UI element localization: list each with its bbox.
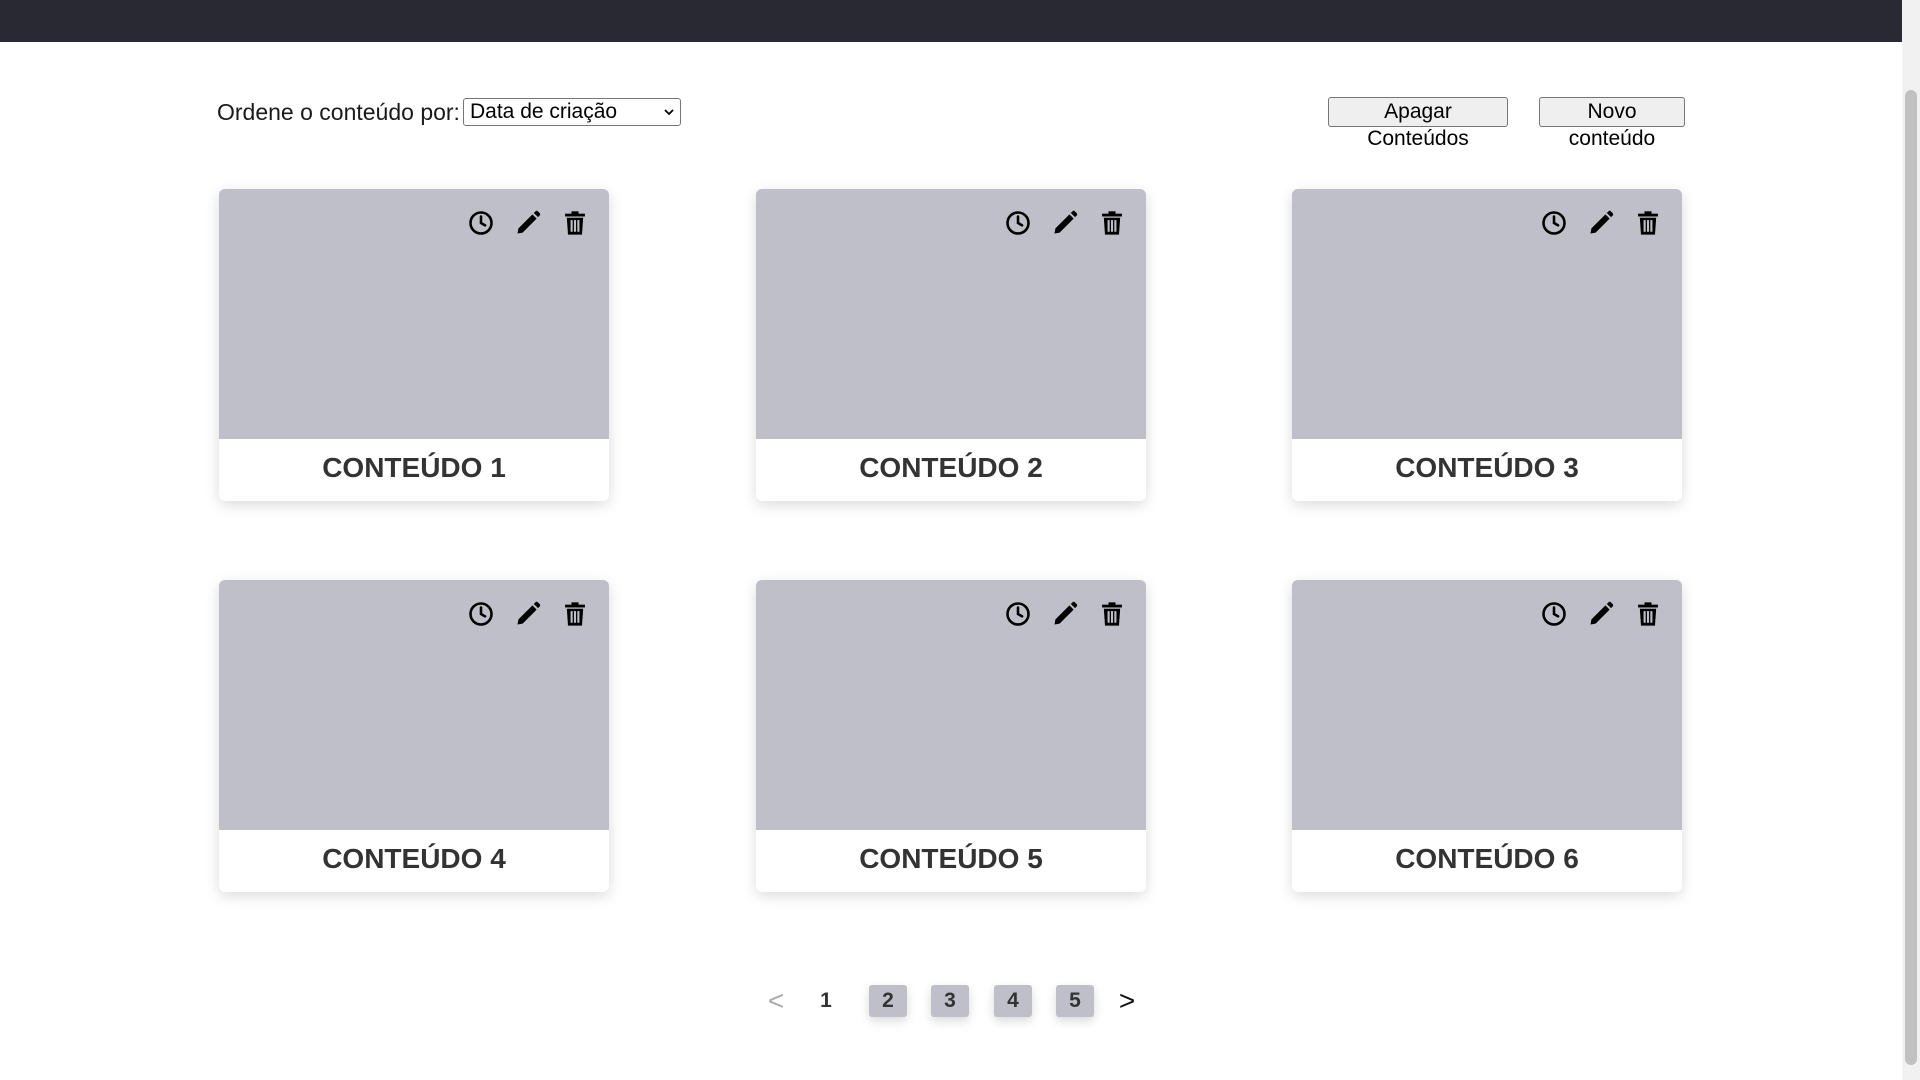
card-title: CONTEÚDO 1	[322, 452, 506, 483]
scrollbar-thumb[interactable]	[1905, 90, 1917, 1065]
trash-icon[interactable]	[1634, 600, 1662, 628]
sort-select-value: Data de criação	[470, 100, 618, 123]
content-card[interactable]: CONTEÚDO 1	[219, 189, 609, 501]
page: Ordene o conteúdo por: Data de criação A…	[0, 0, 1920, 1080]
delete-contents-button[interactable]: Apagar Conteúdos	[1328, 97, 1508, 150]
card-title: CONTEÚDO 4	[322, 843, 506, 874]
pencil-icon[interactable]	[514, 600, 542, 628]
content-card[interactable]: CONTEÚDO 5	[756, 580, 1146, 892]
content-card[interactable]: CONTEÚDO 2	[756, 189, 1146, 501]
pencil-icon[interactable]	[1587, 209, 1615, 237]
content-card[interactable]: CONTEÚDO 3	[1292, 189, 1682, 501]
new-content-button[interactable]: Novo conteúdo	[1539, 97, 1685, 150]
card-actions	[1540, 209, 1662, 237]
card-title: CONTEÚDO 5	[859, 843, 1043, 874]
trash-icon[interactable]	[561, 600, 589, 628]
page-button[interactable]: 4	[994, 985, 1032, 1017]
page-button[interactable]: 2	[869, 985, 907, 1017]
trash-icon[interactable]	[1098, 600, 1126, 628]
trash-icon[interactable]	[1634, 209, 1662, 237]
card-title: CONTEÚDO 6	[1395, 843, 1579, 874]
top-bar	[0, 0, 1902, 42]
trash-icon[interactable]	[561, 209, 589, 237]
pagination: < 1 2 3 4 5 >	[0, 985, 1902, 1017]
card-actions	[1004, 209, 1126, 237]
pencil-icon[interactable]	[1051, 209, 1079, 237]
page-button[interactable]: 3	[931, 985, 969, 1017]
page-button[interactable]: 5	[1056, 985, 1094, 1017]
clock-icon[interactable]	[467, 209, 495, 237]
card-title: CONTEÚDO 2	[859, 452, 1043, 483]
content-card[interactable]: CONTEÚDO 4	[219, 580, 609, 892]
pencil-icon[interactable]	[1051, 600, 1079, 628]
pencil-icon[interactable]	[1587, 600, 1615, 628]
card-actions	[1004, 600, 1126, 628]
next-page-button[interactable]: >	[1115, 985, 1139, 1017]
clock-icon[interactable]	[1004, 209, 1032, 237]
content-card[interactable]: CONTEÚDO 6	[1292, 580, 1682, 892]
scrollbar[interactable]	[1902, 0, 1920, 1080]
card-actions	[467, 600, 589, 628]
sort-select[interactable]: Data de criação	[463, 98, 681, 126]
trash-icon[interactable]	[1098, 209, 1126, 237]
clock-icon[interactable]	[1004, 600, 1032, 628]
clock-icon[interactable]	[1540, 209, 1568, 237]
card-actions	[467, 209, 589, 237]
card-title: CONTEÚDO 3	[1395, 452, 1579, 483]
card-actions	[1540, 600, 1662, 628]
pencil-icon[interactable]	[514, 209, 542, 237]
prev-page-button[interactable]: <	[764, 985, 788, 1017]
chevron-down-icon	[664, 109, 674, 116]
page-button-current[interactable]: 1	[807, 985, 845, 1017]
clock-icon[interactable]	[467, 600, 495, 628]
clock-icon[interactable]	[1540, 600, 1568, 628]
sort-label: Ordene o conteúdo por:	[217, 99, 460, 125]
